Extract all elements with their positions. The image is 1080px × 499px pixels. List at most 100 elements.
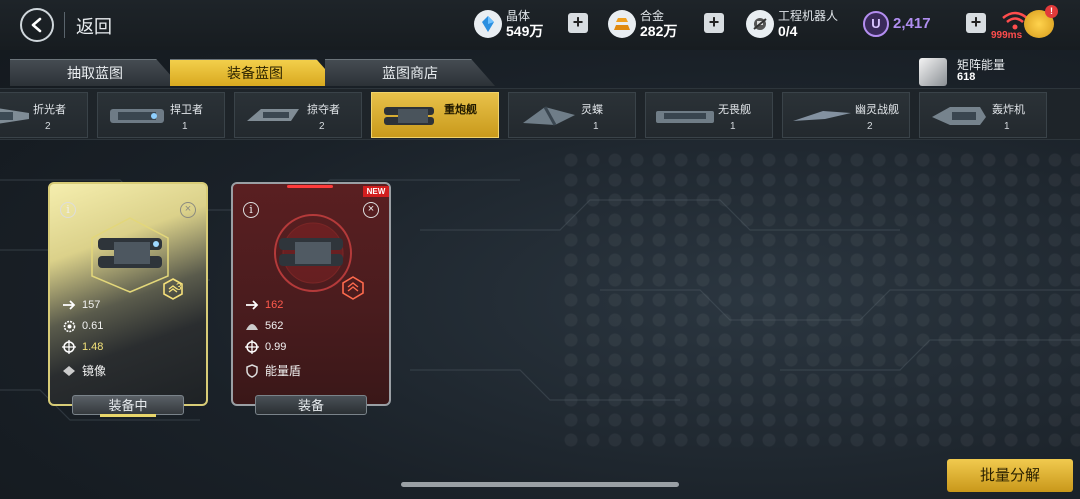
card-top-highlight <box>287 185 333 188</box>
close-icon[interactable]: × <box>180 202 196 218</box>
ship-name: 掠夺者 <box>307 104 340 116</box>
ship-icon <box>932 107 986 125</box>
ability-name: 镜像 <box>82 364 107 378</box>
resource-value: 549万 <box>506 23 544 39</box>
mirror-ability-icon <box>62 364 76 378</box>
ship-icon <box>384 107 434 125</box>
resource-name: 晶体 <box>506 9 531 23</box>
ship-item[interactable]: 灵蝶 1 <box>508 92 636 138</box>
premium-coin-icon: U <box>863 11 889 37</box>
ship-name: 重炮舰 <box>444 104 477 116</box>
add-crystal-button[interactable]: + <box>568 13 588 33</box>
info-icon[interactable]: i <box>243 202 259 218</box>
stat-armor: 562 <box>245 319 283 333</box>
stat-accuracy: 1.48 <box>62 340 103 354</box>
ship-item-selected[interactable]: 重炮舰 <box>371 92 499 138</box>
stat-value: 157 <box>82 299 101 311</box>
ship-icon <box>0 108 29 124</box>
crosshair-icon <box>245 340 259 354</box>
ship-icon <box>523 106 575 126</box>
back-button[interactable] <box>20 8 54 42</box>
ship-item[interactable]: 轰炸机 1 <box>919 92 1047 138</box>
info-icon[interactable]: i <box>60 202 76 218</box>
resource-alloy: 合金 282万 <box>608 6 677 42</box>
ship-name: 幽灵战舰 <box>855 104 899 116</box>
add-premium-button[interactable]: + <box>966 13 986 33</box>
tab-blueprint-shop[interactable]: 蓝图商店 <box>325 59 495 86</box>
ship-count: 1 <box>1004 121 1010 132</box>
ship-type-strip: 折光者 2 捍卫者 1 掠夺者 2 重炮舰 灵蝶 1 无畏舰 1 幽灵战舰 2 … <box>0 88 1080 140</box>
ship-item[interactable]: 折光者 2 <box>0 92 88 138</box>
ship-item[interactable]: 幽灵战舰 2 <box>782 92 910 138</box>
equipped-indicator <box>100 414 156 417</box>
shop-notification-badge: ! <box>1045 5 1058 18</box>
ship-icon <box>110 109 164 123</box>
ship-icon <box>247 109 299 121</box>
resource-value: 0/4 <box>778 23 798 39</box>
robot-icon <box>746 10 774 38</box>
bulk-disassemble-button[interactable]: 批量分解 <box>947 459 1073 492</box>
rank-level: 3 <box>176 282 182 293</box>
back-label[interactable]: 返回 <box>76 13 112 39</box>
ship-count: 2 <box>867 121 873 132</box>
top-bar: 返回 晶体 549万 + 合金 282万 + 工程机器人 0/4 U 2,417… <box>0 0 1080 50</box>
ship-icon <box>793 111 851 121</box>
ability: 镜像 <box>62 362 106 379</box>
armor-icon <box>245 319 259 333</box>
ship-count: 2 <box>45 121 51 132</box>
ship-name: 捍卫者 <box>170 104 203 116</box>
matrix-cube-icon <box>919 58 947 86</box>
tab-equip-blueprint[interactable]: 装备蓝图 <box>170 59 340 86</box>
ship-count: 2 <box>319 121 325 132</box>
ship-count: 1 <box>182 121 188 132</box>
shield-icon <box>245 363 259 378</box>
alloy-icon <box>608 10 636 38</box>
blueprint-card-equipped[interactable]: i × 3 157 0.61 1.48 镜像 <box>48 182 208 406</box>
crosshair-icon <box>62 340 76 354</box>
home-indicator[interactable] <box>401 482 679 487</box>
resource-value: 282万 <box>640 23 678 39</box>
equipped-button[interactable]: 装备中 <box>72 395 184 415</box>
resource-robot: 工程机器人 0/4 <box>746 6 838 42</box>
ship-count: 1 <box>593 121 599 132</box>
add-alloy-button[interactable]: + <box>704 13 724 33</box>
resource-name: 合金 <box>640 9 665 23</box>
resource-crystal: 晶体 549万 <box>474 6 543 42</box>
stat-value: 162 <box>265 299 284 311</box>
resource-name: 工程机器人 <box>778 9 839 23</box>
ship-icon <box>656 111 714 123</box>
stat-accuracy: 0.99 <box>245 340 286 354</box>
arrow-right-icon <box>62 298 76 312</box>
arrow-right-icon <box>245 298 259 312</box>
ship-name: 无畏舰 <box>718 104 751 116</box>
chevron-left-icon <box>31 17 42 33</box>
ability: 能量盾 <box>245 362 301 379</box>
rank-badge-icon <box>342 276 364 300</box>
stat-rate: 0.61 <box>62 319 103 333</box>
new-badge: NEW <box>363 186 389 197</box>
ship-item[interactable]: 无畏舰 1 <box>645 92 773 138</box>
stat-damage: 157 <box>62 298 100 312</box>
ship-name: 灵蝶 <box>581 104 603 116</box>
stat-value: 0.99 <box>265 341 287 353</box>
close-icon[interactable]: × <box>363 202 379 218</box>
premium-currency-value: 2,417 <box>893 15 931 32</box>
gear-icon <box>62 319 76 333</box>
ship-name: 轰炸机 <box>992 104 1025 116</box>
crystal-icon <box>474 10 502 38</box>
equip-button[interactable]: 装备 <box>255 395 367 415</box>
stat-damage: 162 <box>245 298 283 312</box>
stat-value: 0.61 <box>82 320 104 332</box>
ship-count: 1 <box>730 121 736 132</box>
ship-item[interactable]: 捍卫者 1 <box>97 92 225 138</box>
tab-draw-blueprint[interactable]: 抽取蓝图 <box>10 59 180 86</box>
stat-value: 1.48 <box>82 341 104 353</box>
ship-item[interactable]: 掠夺者 2 <box>234 92 362 138</box>
header-divider <box>64 12 65 38</box>
blueprint-card[interactable]: i × 162 562 0.99 能量盾 <box>231 182 391 406</box>
ship-name: 折光者 <box>33 104 66 116</box>
matrix-energy-value: 618 <box>957 71 976 83</box>
ability-name: 能量盾 <box>265 364 302 378</box>
stat-value: 562 <box>265 320 284 332</box>
ping-indicator: 999ms <box>991 30 1023 41</box>
